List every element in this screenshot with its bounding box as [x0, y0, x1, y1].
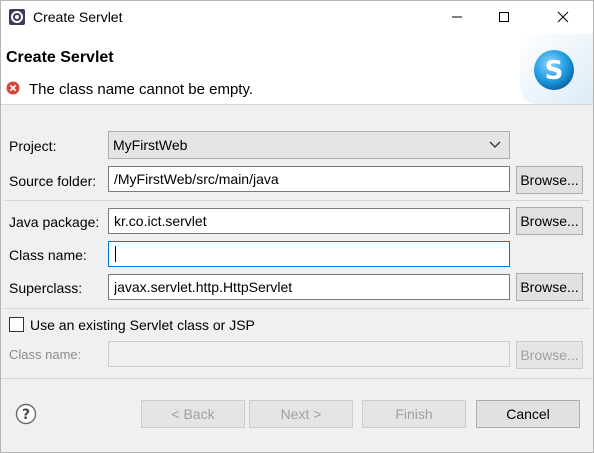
banner-separator — [0, 104, 594, 105]
svg-text:?: ? — [22, 407, 30, 423]
java-package-label: Java package: — [9, 214, 100, 230]
maximize-icon — [499, 12, 509, 22]
cancel-button[interactable]: Cancel — [476, 400, 580, 428]
class-name-input[interactable] — [108, 241, 510, 267]
close-button[interactable] — [540, 0, 586, 34]
logo-letter: S — [545, 56, 564, 86]
java-package-browse-button[interactable]: Browse... — [516, 207, 583, 235]
use-existing-label[interactable]: Use an existing Servlet class or JSP — [30, 317, 255, 333]
source-folder-browse-button[interactable]: Browse... — [516, 166, 583, 194]
help-icon[interactable]: ? — [15, 403, 37, 425]
text-cursor — [115, 246, 116, 262]
window-title: Create Servlet — [33, 9, 123, 25]
existing-class-name-input — [108, 341, 510, 367]
minimize-button[interactable] — [434, 0, 480, 34]
chevron-down-icon — [489, 141, 501, 148]
section-separator — [4, 308, 590, 309]
project-combo[interactable]: MyFirstWeb — [108, 131, 510, 159]
existing-class-browse-button: Browse... — [516, 341, 583, 369]
close-icon — [557, 11, 569, 23]
class-name-label: Class name: — [9, 247, 87, 263]
source-folder-label: Source folder: — [9, 173, 97, 189]
finish-button: Finish — [362, 400, 466, 428]
error-icon — [6, 81, 20, 95]
footer-separator — [0, 378, 594, 379]
title-bar: Create Servlet — [0, 0, 594, 34]
maximize-button[interactable] — [481, 0, 527, 34]
superclass-browse-button[interactable]: Browse... — [516, 273, 583, 301]
banner-heading: Create Servlet — [6, 49, 114, 66]
next-button: Next > — [249, 400, 353, 428]
error-message: The class name cannot be empty. — [29, 81, 254, 98]
eclipse-app-icon — [9, 9, 25, 25]
source-folder-input[interactable] — [108, 166, 510, 192]
project-label: Project: — [9, 138, 57, 154]
back-button: < Back — [141, 400, 245, 428]
use-existing-checkbox[interactable] — [9, 317, 24, 332]
java-package-input[interactable] — [108, 208, 510, 234]
project-combo-value: MyFirstWeb — [113, 137, 188, 153]
minimize-icon — [452, 16, 462, 18]
wizard-banner: Create Servlet The class name cannot be … — [0, 34, 594, 104]
superclass-input[interactable] — [108, 274, 510, 300]
servlet-logo-icon: S — [520, 34, 594, 104]
existing-class-name-label: Class name: — [9, 347, 82, 362]
section-separator — [4, 200, 590, 201]
superclass-label: Superclass: — [9, 280, 83, 296]
